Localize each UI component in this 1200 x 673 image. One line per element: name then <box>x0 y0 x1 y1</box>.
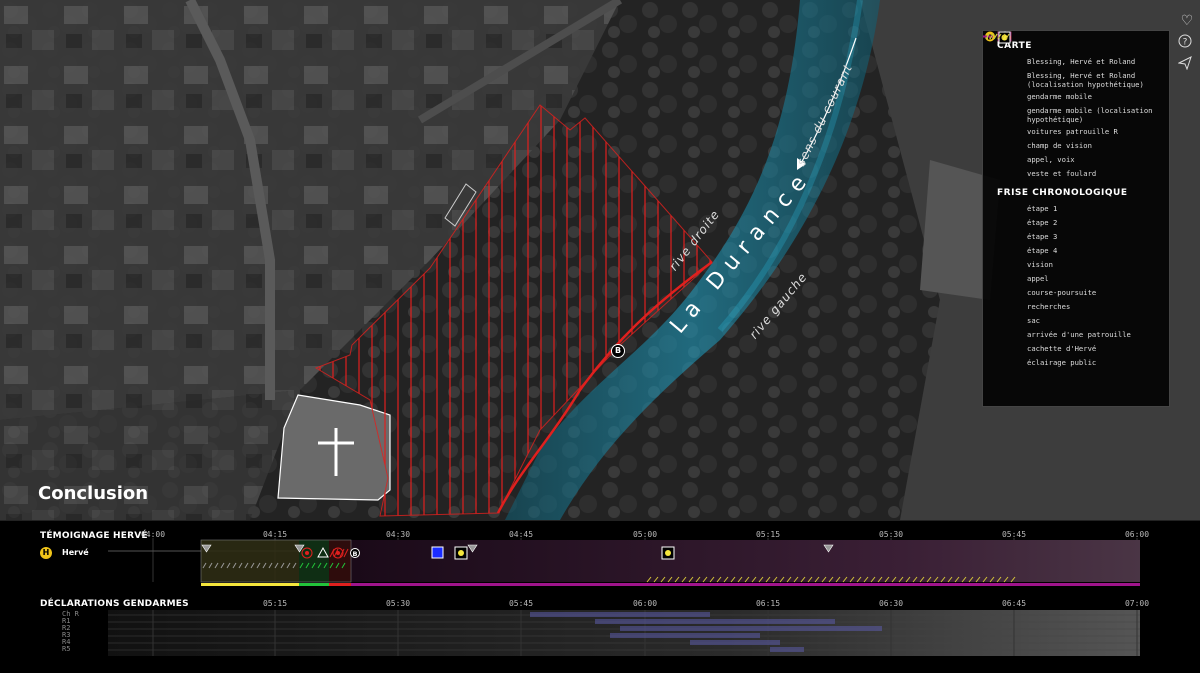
vision-cone-icon <box>993 32 1027 152</box>
legend-item: appel <box>993 31 1159 285</box>
time-tick: 06:45 <box>1001 599 1027 608</box>
heart-icon[interactable]: ♡ <box>1178 12 1196 30</box>
legend-item: cachette d'Hervé <box>993 31 1159 355</box>
time-tick: 05:15 <box>262 599 288 608</box>
time-tick: 06:00 <box>632 599 658 608</box>
blue-circle-icon <box>993 33 1027 103</box>
gendarmes-timeline-track[interactable] <box>0 610 1200 658</box>
yellow-dot-square-icon <box>993 31 1027 355</box>
legend-item: course-poursuite <box>985 33 1159 299</box>
svg-text:B: B <box>353 550 358 558</box>
legend-item: arrivée d'une patrouille <box>993 31 1159 341</box>
legend-panel: CARTE B Blessing, Hervé et Roland Blessi… <box>982 30 1170 407</box>
herve-timeline-track[interactable]: B <box>0 538 1200 590</box>
legend-item: voitures patrouille R <box>993 31 1159 138</box>
time-tick: 05:45 <box>508 599 534 608</box>
share-icon[interactable] <box>1178 56 1196 74</box>
call-target-icon <box>993 31 1027 285</box>
time-tick: 06:15 <box>755 599 781 608</box>
legend-item: éclairage public <box>985 33 1159 369</box>
map-view[interactable]: B La Durance rive droite rive gauche sen… <box>0 0 1200 520</box>
hatch-yellow-icon <box>985 33 1027 369</box>
legend-item: sac <box>993 31 1159 327</box>
legend-item: étape 3 <box>983 31 1159 243</box>
legend-map-heading: CARTE <box>997 41 1032 51</box>
blue-square-icon <box>993 31 1027 138</box>
vision-triangle-icon <box>993 32 1027 271</box>
blue-square-outline-icon <box>993 31 1027 341</box>
svg-text:?: ? <box>1183 38 1188 48</box>
time-tick: 05:30 <box>385 599 411 608</box>
legend-item: recherches <box>985 33 1159 313</box>
legend-item: Blessing, Hervé et Roland (localisation … <box>993 33 1159 89</box>
hatch-white-icon <box>985 33 1027 299</box>
stage-red-icon <box>983 31 1027 243</box>
hypothetical-yellow-dot-icon <box>993 33 1027 82</box>
legend-item: étape 1 <box>983 31 1159 215</box>
blessing-marker-icon: B <box>985 31 1027 68</box>
blessing-marker-icon[interactable]: B <box>611 344 625 358</box>
legend-item: étape 4 <box>983 31 1159 257</box>
legend-timeline-heading: FRISE CHRONOLOGIQUE <box>997 188 1128 198</box>
legend-item: vision <box>993 32 1159 271</box>
legend-item: veste et foulard <box>993 32 1159 180</box>
hatch-green-icon <box>985 33 1027 313</box>
red-hexagon-icon <box>993 32 1027 180</box>
time-tick: 06:30 <box>878 599 904 608</box>
page-title: Conclusion <box>38 483 149 504</box>
legend-item: étape 2 <box>983 31 1159 229</box>
triangle-outline-icon <box>993 31 1027 327</box>
time-tick: 07:00 <box>1124 599 1150 608</box>
legend-item: B Blessing, Hervé et Roland <box>985 31 1159 68</box>
stage-yellow-icon <box>983 31 1027 215</box>
help-icon[interactable]: ? <box>1178 34 1196 52</box>
legend-item: champ de vision <box>993 32 1159 152</box>
legend-item: gendarme mobile <box>993 33 1159 103</box>
hypothetical-blue-dot-icon <box>993 33 1027 117</box>
legend-item: gendarme mobile (localisation hypothétiq… <box>993 33 1159 124</box>
legend-item: appel, voix <box>993 31 1159 166</box>
call-target-icon <box>993 31 1027 166</box>
stage-purple-icon <box>983 31 1027 257</box>
marker-label: B <box>614 346 622 355</box>
gendarmes-timeline-heading: DÉCLARATIONS GENDARMES <box>40 599 189 609</box>
stage-green-icon <box>983 31 1027 229</box>
